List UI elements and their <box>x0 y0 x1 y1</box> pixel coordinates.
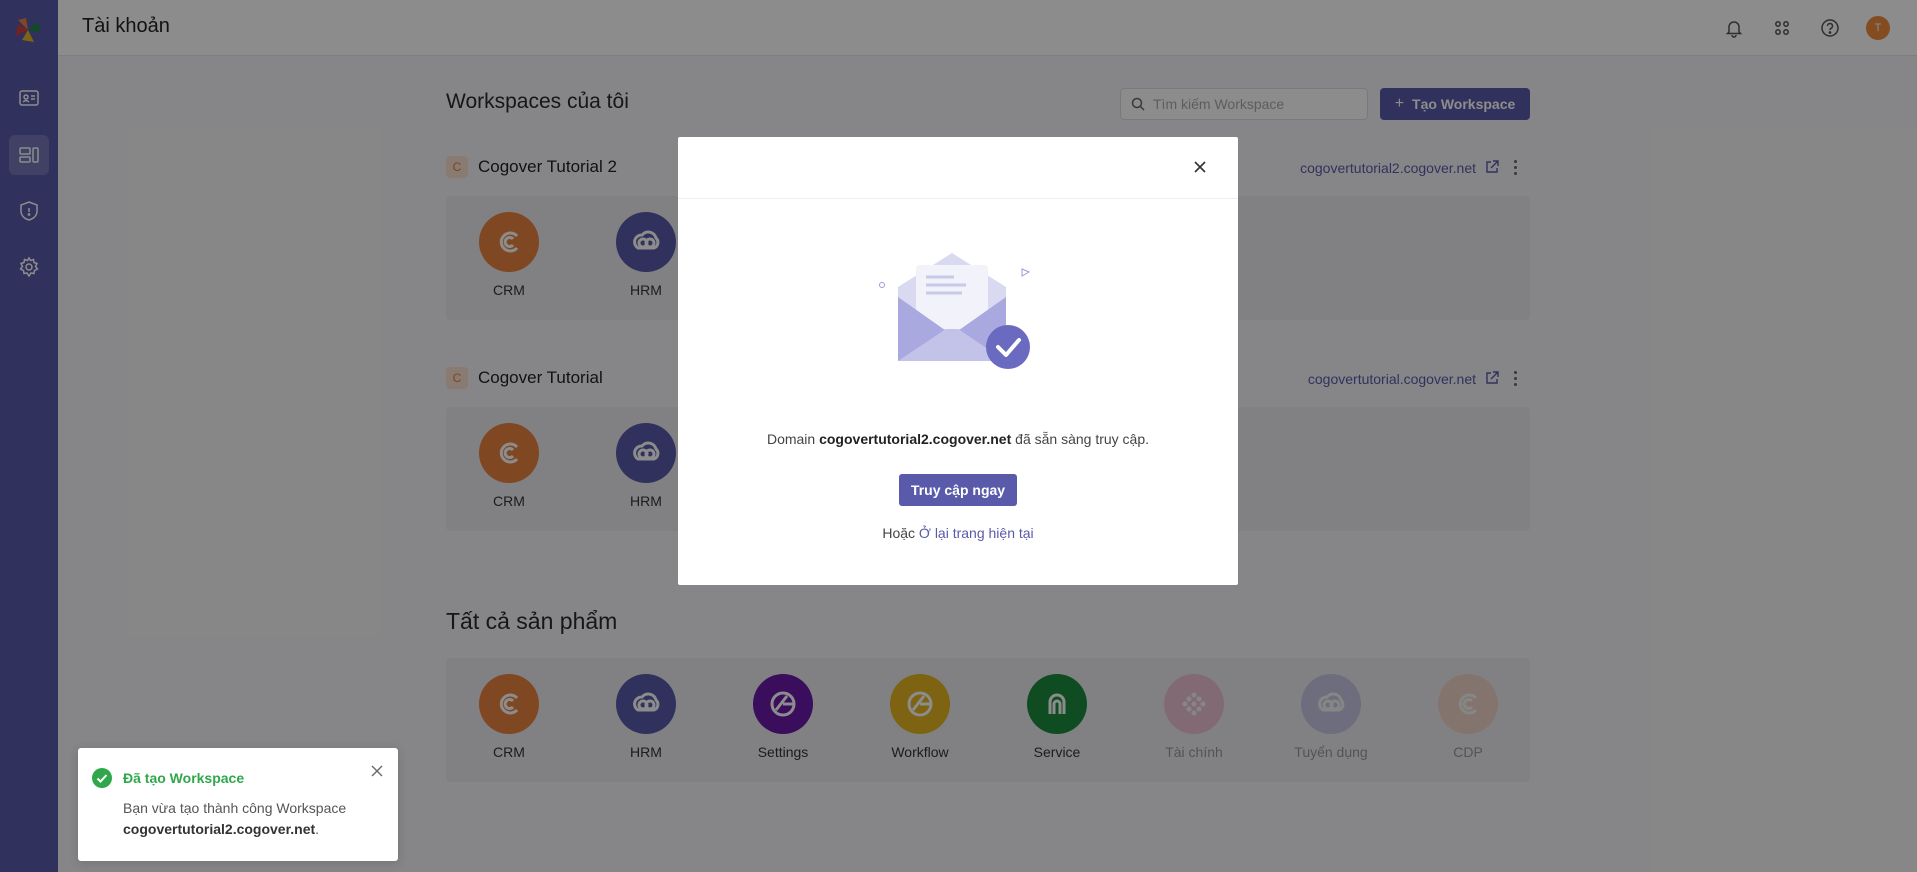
stay-on-page-link[interactable]: Ở lại trang hiện tại <box>919 525 1034 541</box>
modal-alternative: Hoặc Ở lại trang hiện tại <box>678 525 1238 541</box>
modal-message-prefix: Domain <box>766 431 816 447</box>
domain-ready-modal: Domain cogovertutorial2.cogover.net đã s… <box>678 137 1238 585</box>
access-now-button[interactable]: Truy cập ngay <box>899 474 1017 506</box>
close-icon[interactable] <box>1192 159 1208 175</box>
toast-title: Đã tạo Workspace <box>123 770 245 786</box>
mail-success-illustration <box>879 253 1031 369</box>
modal-header <box>678 137 1238 199</box>
or-text: Hoặc <box>882 525 916 541</box>
modal-message-suffix: đã sẵn sàng truy cập. <box>1015 431 1150 447</box>
toast-message: Bạn vừa tạo thành công Workspace cogover… <box>123 798 383 840</box>
modal-message: Domain cogovertutorial2.cogover.net đã s… <box>678 431 1238 447</box>
success-toast: Đã tạo Workspace Bạn vừa tạo thành công … <box>78 748 398 861</box>
toast-message-prefix: Bạn vừa tạo thành công Workspace <box>123 800 347 816</box>
modal-domain: cogovertutorial2.cogover.net <box>819 431 1012 447</box>
close-icon[interactable] <box>370 764 384 778</box>
toast-domain: cogovertutorial2.cogover.net <box>123 821 316 837</box>
check-circle-icon <box>92 768 112 788</box>
toast-message-suffix: . <box>315 821 320 837</box>
